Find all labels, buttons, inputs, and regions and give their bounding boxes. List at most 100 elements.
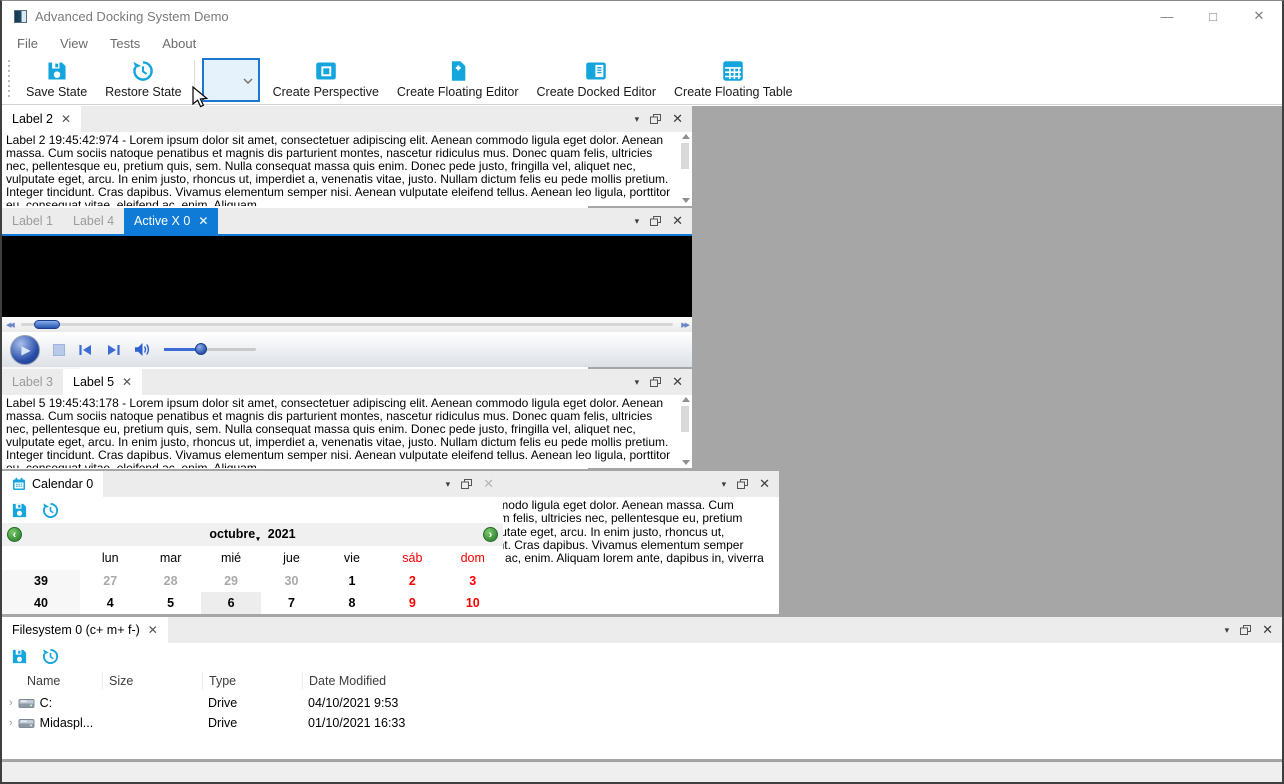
close-icon[interactable]: ✕ (1262, 622, 1273, 638)
perspective-combobox[interactable] (201, 57, 260, 102)
tab-label-3[interactable]: Label 3 (2, 369, 63, 395)
month-label[interactable]: octubre (209, 527, 255, 541)
scrollbar[interactable] (681, 134, 690, 203)
expander-icon[interactable]: › (9, 717, 13, 729)
create-docked-editor-button[interactable]: Create Docked Editor (528, 57, 666, 103)
close-icon[interactable]: ✕ (672, 111, 683, 127)
scroll-thumb[interactable] (681, 143, 689, 169)
previous-button[interactable] (78, 344, 93, 356)
menu-item[interactable]: View (49, 36, 99, 51)
column-header[interactable]: Date Modified (302, 672, 1282, 690)
tab-menu-icon[interactable]: ▾ (635, 216, 640, 227)
next-month-icon[interactable]: › (483, 527, 498, 542)
column-header[interactable]: Type (202, 672, 302, 690)
tab-menu-icon[interactable]: ▾ (1225, 625, 1230, 636)
window-minimize-button[interactable]: — (1144, 1, 1190, 31)
tab-menu-icon[interactable]: ▾ (635, 377, 640, 388)
scroll-up-icon[interactable] (682, 397, 690, 402)
float-icon[interactable] (650, 377, 662, 387)
calendar-day[interactable]: 28 (140, 570, 200, 592)
calendar-day[interactable]: 4 (80, 592, 140, 614)
create-perspective-button[interactable]: Create Perspective (264, 57, 388, 103)
tab-menu-icon[interactable]: ▾ (722, 479, 727, 490)
close-icon[interactable]: ✕ (759, 476, 770, 492)
close-icon[interactable]: ✕ (148, 623, 158, 637)
save-state-button[interactable]: Save State (17, 57, 96, 103)
next-button[interactable] (106, 344, 121, 356)
scroll-up-icon[interactable] (682, 134, 690, 139)
save-icon[interactable] (11, 502, 28, 519)
calendar-day[interactable]: 27 (80, 570, 140, 592)
calendar-day[interactable]: 7 (261, 592, 321, 614)
tab-filesystem-0[interactable]: Filesystem 0 (c+ m+ f-) ✕ (2, 617, 168, 643)
tab-label-5[interactable]: Label 5 ✕ (63, 369, 143, 395)
scroll-down-icon[interactable] (682, 460, 690, 465)
tab-menu-icon[interactable]: ▾ (446, 479, 451, 490)
calendar-day[interactable]: 8 (322, 592, 382, 614)
prev-month-icon[interactable]: ‹ (7, 527, 22, 542)
column-header[interactable]: Size (102, 672, 202, 690)
calendar-day[interactable]: 9 (382, 592, 442, 614)
toolbar-drag-handle[interactable] (5, 59, 13, 100)
close-icon[interactable]: ✕ (61, 112, 71, 126)
play-icon: ▶ (21, 342, 31, 357)
fast-forward-icon[interactable]: ▶▶ (681, 321, 690, 329)
close-icon[interactable]: ✕ (122, 375, 132, 389)
panel-toolbar (2, 497, 503, 523)
create-floating-editor-button[interactable]: Create Floating Editor (388, 57, 528, 103)
float-icon[interactable] (737, 479, 749, 489)
close-icon[interactable]: ✕ (198, 214, 208, 228)
calendar-day[interactable]: 29 (201, 570, 261, 592)
volume-slider[interactable] (164, 343, 256, 355)
scroll-down-icon[interactable] (682, 198, 690, 203)
tab-label-1[interactable]: Label 1 (2, 208, 63, 234)
close-icon[interactable]: ✕ (672, 374, 683, 390)
save-icon[interactable] (11, 648, 28, 665)
rewind-icon[interactable]: ◀◀ (6, 321, 15, 329)
menu-item[interactable]: File (6, 36, 49, 51)
seek-handle[interactable] (33, 320, 60, 329)
calendar-day[interactable]: 1 (322, 570, 382, 592)
calendar-title[interactable]: octubre▾ 2021 (22, 527, 483, 543)
calendar-day[interactable]: 30 (261, 570, 321, 592)
volume-handle[interactable] (194, 343, 207, 355)
table-row[interactable]: › Midaspl... Drive 01/10/2021 16:33 (2, 713, 1282, 733)
seek-track[interactable] (20, 320, 674, 329)
float-icon[interactable] (650, 216, 662, 226)
window-maximize-button[interactable]: □ (1190, 1, 1236, 31)
column-header[interactable]: Name (2, 672, 102, 690)
tab-label-2[interactable]: Label 2 ✕ (2, 106, 82, 132)
restore-icon[interactable] (42, 502, 59, 519)
scrollbar[interactable] (681, 397, 690, 465)
day-header: mar (159, 551, 182, 565)
float-icon[interactable] (461, 479, 473, 489)
stop-button[interactable] (53, 343, 65, 356)
calendar-day[interactable]: 3 (443, 570, 503, 592)
float-icon[interactable] (1240, 625, 1252, 635)
window-close-button[interactable]: ✕ (1236, 1, 1282, 31)
restore-icon[interactable] (42, 648, 59, 665)
close-icon[interactable]: ✕ (483, 476, 494, 492)
calendar-day[interactable]: 10 (443, 592, 503, 614)
create-floating-table-button[interactable]: Create Floating Table (665, 57, 802, 103)
restore-state-button[interactable]: Restore State (96, 57, 190, 103)
close-icon[interactable]: ✕ (672, 213, 683, 229)
calendar-day[interactable]: 5 (140, 592, 200, 614)
play-button[interactable]: ▶ (10, 334, 40, 365)
calendar-day[interactable]: 6 (200, 592, 262, 614)
calendar-day[interactable]: 2 (382, 570, 442, 592)
menu-item[interactable]: Tests (99, 36, 151, 51)
table-row[interactable]: › C: Drive 04/10/2021 9:53 (2, 693, 1282, 713)
tab-active-x-0[interactable]: Active X 0 ✕ (124, 208, 219, 234)
scroll-thumb[interactable] (681, 406, 689, 432)
tab-label-4[interactable]: Label 4 (63, 208, 124, 234)
tab-calendar-0[interactable]: Calendar 0 (2, 471, 104, 497)
float-icon[interactable] (650, 114, 662, 124)
calendar-week-row: 40 4 5 6 7 8 9 10 (2, 592, 503, 614)
expander-icon[interactable]: › (9, 697, 13, 709)
menu-item[interactable]: About (151, 36, 207, 51)
volume-icon[interactable] (134, 342, 151, 357)
tab-menu-icon[interactable]: ▾ (635, 114, 640, 125)
year-label[interactable]: 2021 (268, 527, 296, 541)
dock-panel-filesystem0: Filesystem 0 (c+ m+ f-) ✕ ▾ ✕ Name Size … (2, 617, 1282, 759)
